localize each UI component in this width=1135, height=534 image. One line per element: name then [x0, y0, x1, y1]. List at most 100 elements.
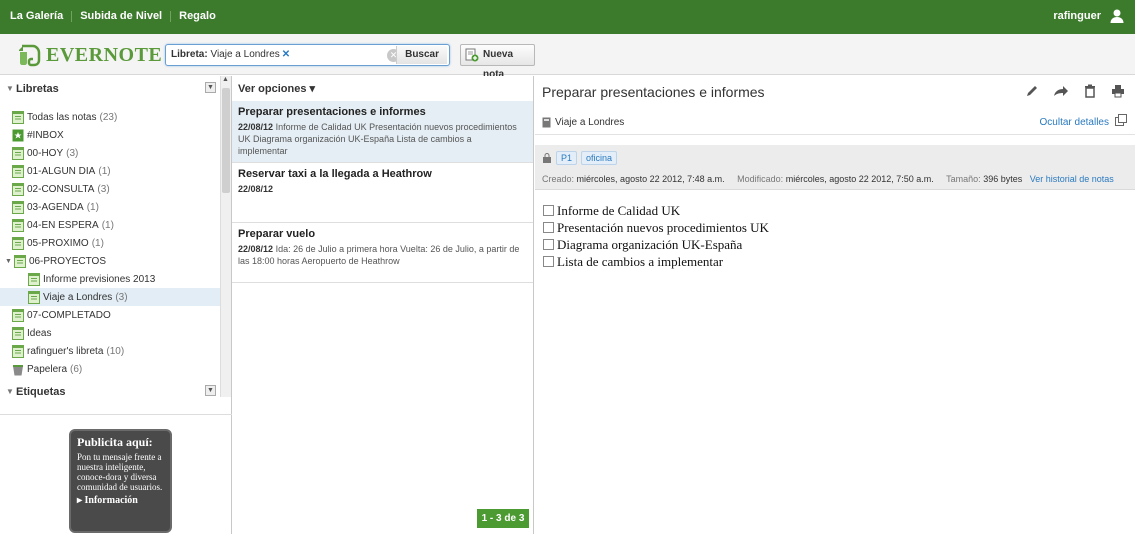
note-body[interactable]: Informe de Calidad UK Presentación nuevos…: [543, 202, 769, 270]
view-options-dropdown[interactable]: Ver opciones ▾: [238, 82, 315, 95]
sidebar-item-notebook[interactable]: 05-PROXIMO (1): [0, 234, 220, 252]
checklist-text: Diagrama organización UK-España: [557, 236, 743, 252]
note-meta: P1 oficina Creado: miércoles, agosto 22 …: [535, 145, 1135, 190]
sidebar-item-notebook[interactable]: Viaje a Londres (3): [0, 288, 220, 306]
checkbox[interactable]: [543, 222, 554, 233]
notebook-label: 00-HOY: [27, 147, 64, 159]
notebook-label: #INBOX: [27, 129, 64, 141]
note-list-item[interactable]: Preparar presentaciones e informes 22/08/…: [232, 101, 533, 163]
tag-chip[interactable]: oficina: [581, 151, 618, 165]
sidebar-item-notebook[interactable]: 02-CONSULTA (3): [0, 180, 220, 198]
checklist-text: Informe de Calidad UK: [557, 202, 681, 218]
notebooks-heading: Libretas: [16, 83, 59, 95]
collapse-icon[interactable]: ▼: [6, 78, 14, 100]
sidebar-item-notebook[interactable]: Todas las notas (23): [0, 108, 220, 126]
note-item-text: Ida: 26 de Julio a primera hora Vuelta: …: [238, 244, 520, 266]
note-toolbar: [1025, 84, 1125, 98]
checklist-item: Presentación nuevos procedimientos UK: [543, 219, 769, 236]
search-filter-chip[interactable]: Libreta: Viaje a Londres ✕: [171, 49, 290, 60]
notebook-label: Ideas: [27, 327, 52, 339]
print-icon[interactable]: [1111, 84, 1125, 98]
checkbox[interactable]: [543, 256, 554, 267]
hide-details-link[interactable]: Ocultar detalles: [1040, 117, 1109, 128]
sidebar-item-notebook[interactable]: 01-ALGUN DIA (1): [0, 162, 220, 180]
note-list-item[interactable]: Reservar taxi a la llegada a Heathrow 22/…: [232, 163, 533, 223]
notebook-label: Papelera: [27, 363, 68, 375]
nav-link-gift[interactable]: Regalo: [179, 10, 216, 22]
note-item-text: Informe de Calidad UK Presentación nuevo…: [238, 122, 517, 156]
notebook-label: Todas las notas: [27, 111, 97, 123]
note-notebook[interactable]: Viaje a Londres: [542, 117, 624, 128]
sidebar-item-notebook[interactable]: 03-AGENDA (1): [0, 198, 220, 216]
sidebar-item-notebook[interactable]: rafinguer's libreta (10): [0, 342, 220, 360]
advertisement[interactable]: Publicita aquí: Pon tu mensaje frente a …: [69, 429, 172, 533]
notebook-label: 06-PROYECTOS: [28, 255, 106, 267]
expand-icon[interactable]: [1115, 114, 1127, 126]
sidebar-item-notebook[interactable]: ▼ 06-PROYECTOS: [0, 252, 220, 270]
trash-icon[interactable]: [1083, 84, 1097, 98]
checkbox[interactable]: [543, 205, 554, 216]
ad-info-link[interactable]: ▸ Información: [77, 495, 164, 506]
scrollbar-thumb[interactable]: [222, 88, 230, 193]
remove-filter-icon[interactable]: ✕: [282, 49, 290, 60]
app-header: EVERNOTE Libreta: Viaje a Londres ✕ ✕ Bus…: [0, 34, 1135, 80]
notebook-icon: [12, 218, 27, 232]
notebook-label: 01-ALGUN DIA: [27, 165, 96, 177]
nav-divider: [170, 10, 172, 22]
notebooks-header[interactable]: ▼ Libretas ▼: [0, 78, 220, 100]
tags-header[interactable]: ▼ Etiquetas ▼: [0, 381, 220, 403]
notebook-count: (3): [66, 147, 79, 159]
trash-icon: [12, 363, 27, 376]
sidebar-item-notebook[interactable]: Informe previsiones 2013: [0, 270, 220, 288]
evernote-logo[interactable]: EVERNOTE: [16, 41, 166, 69]
modified-value: miércoles, agosto 22 2012, 7:50 a.m.: [785, 174, 934, 184]
sidebar-item-notebook[interactable]: Papelera (6): [0, 360, 220, 378]
search-button[interactable]: Buscar: [396, 46, 447, 64]
sidebar-item-notebook[interactable]: 04-EN ESPERA (1): [0, 216, 220, 234]
tag-chip[interactable]: P1: [556, 151, 578, 165]
modified-label: Modificado:: [737, 174, 784, 184]
edit-icon[interactable]: [1025, 84, 1039, 98]
note-list-item[interactable]: Preparar vuelo 22/08/12 Ida: 26 de Julio …: [232, 223, 533, 283]
user-icon[interactable]: [1109, 8, 1125, 24]
share-icon[interactable]: [1053, 84, 1069, 98]
notebook-count: (3): [115, 291, 128, 303]
ad-title: Publicita aquí:: [77, 435, 153, 449]
search-box[interactable]: Libreta: Viaje a Londres ✕ ✕ Buscar: [165, 44, 450, 66]
notebook-count: (1): [91, 237, 104, 249]
new-note-icon: [465, 48, 479, 62]
nav-link-gallery[interactable]: La Galería: [10, 10, 63, 22]
tags-heading: Etiquetas: [16, 386, 66, 398]
ad-body: Pon tu mensaje frente a nuestra intelige…: [77, 452, 163, 492]
notebook-icon: [12, 326, 27, 340]
tags-menu-icon[interactable]: ▼: [205, 385, 216, 396]
notebook-list: Todas las notas (23) #INBOX 00-HOY (3) 01-ALG…: [0, 108, 220, 378]
notebook-label: 05-PROXIMO: [27, 237, 89, 249]
nav-divider: [71, 10, 73, 22]
notebook-label: 03-AGENDA: [27, 201, 84, 213]
checkbox[interactable]: [543, 239, 554, 250]
sidebar-item-notebook[interactable]: #INBOX: [0, 126, 220, 144]
note-list-panel: Ver opciones ▾ Preparar presentaciones e…: [232, 76, 534, 534]
notebooks-menu-icon[interactable]: ▼: [205, 82, 216, 93]
username-link[interactable]: rafinguer: [1053, 10, 1101, 22]
history-link[interactable]: Ver historial de notas: [1030, 174, 1114, 184]
sidebar-item-notebook[interactable]: Ideas: [0, 324, 220, 342]
sidebar-item-notebook[interactable]: 07-COMPLETADO: [0, 306, 220, 324]
note-title[interactable]: Preparar presentaciones e informes: [542, 84, 765, 100]
nav-link-upgrade[interactable]: Subida de Nivel: [80, 10, 162, 22]
tag-row: P1 oficina: [542, 151, 618, 165]
notebook-label: 04-EN ESPERA: [27, 219, 99, 231]
note-item-date: 22/08/12: [238, 244, 274, 254]
expand-arrow-icon[interactable]: ▼: [5, 258, 12, 265]
sidebar-item-notebook[interactable]: 00-HOY (3): [0, 144, 220, 162]
notebook-icon: [12, 146, 27, 160]
scroll-up-icon[interactable]: ▲: [222, 76, 229, 83]
collapse-icon[interactable]: ▼: [6, 381, 14, 403]
new-note-button[interactable]: Nueva nota: [460, 44, 535, 80]
notebook-icon: [12, 164, 27, 178]
note-item-date: 22/08/12: [238, 122, 274, 132]
notebook-count: (6): [70, 363, 83, 375]
sidebar-scrollbar[interactable]: ▲: [220, 76, 231, 397]
notebook-count: (3): [97, 183, 110, 195]
